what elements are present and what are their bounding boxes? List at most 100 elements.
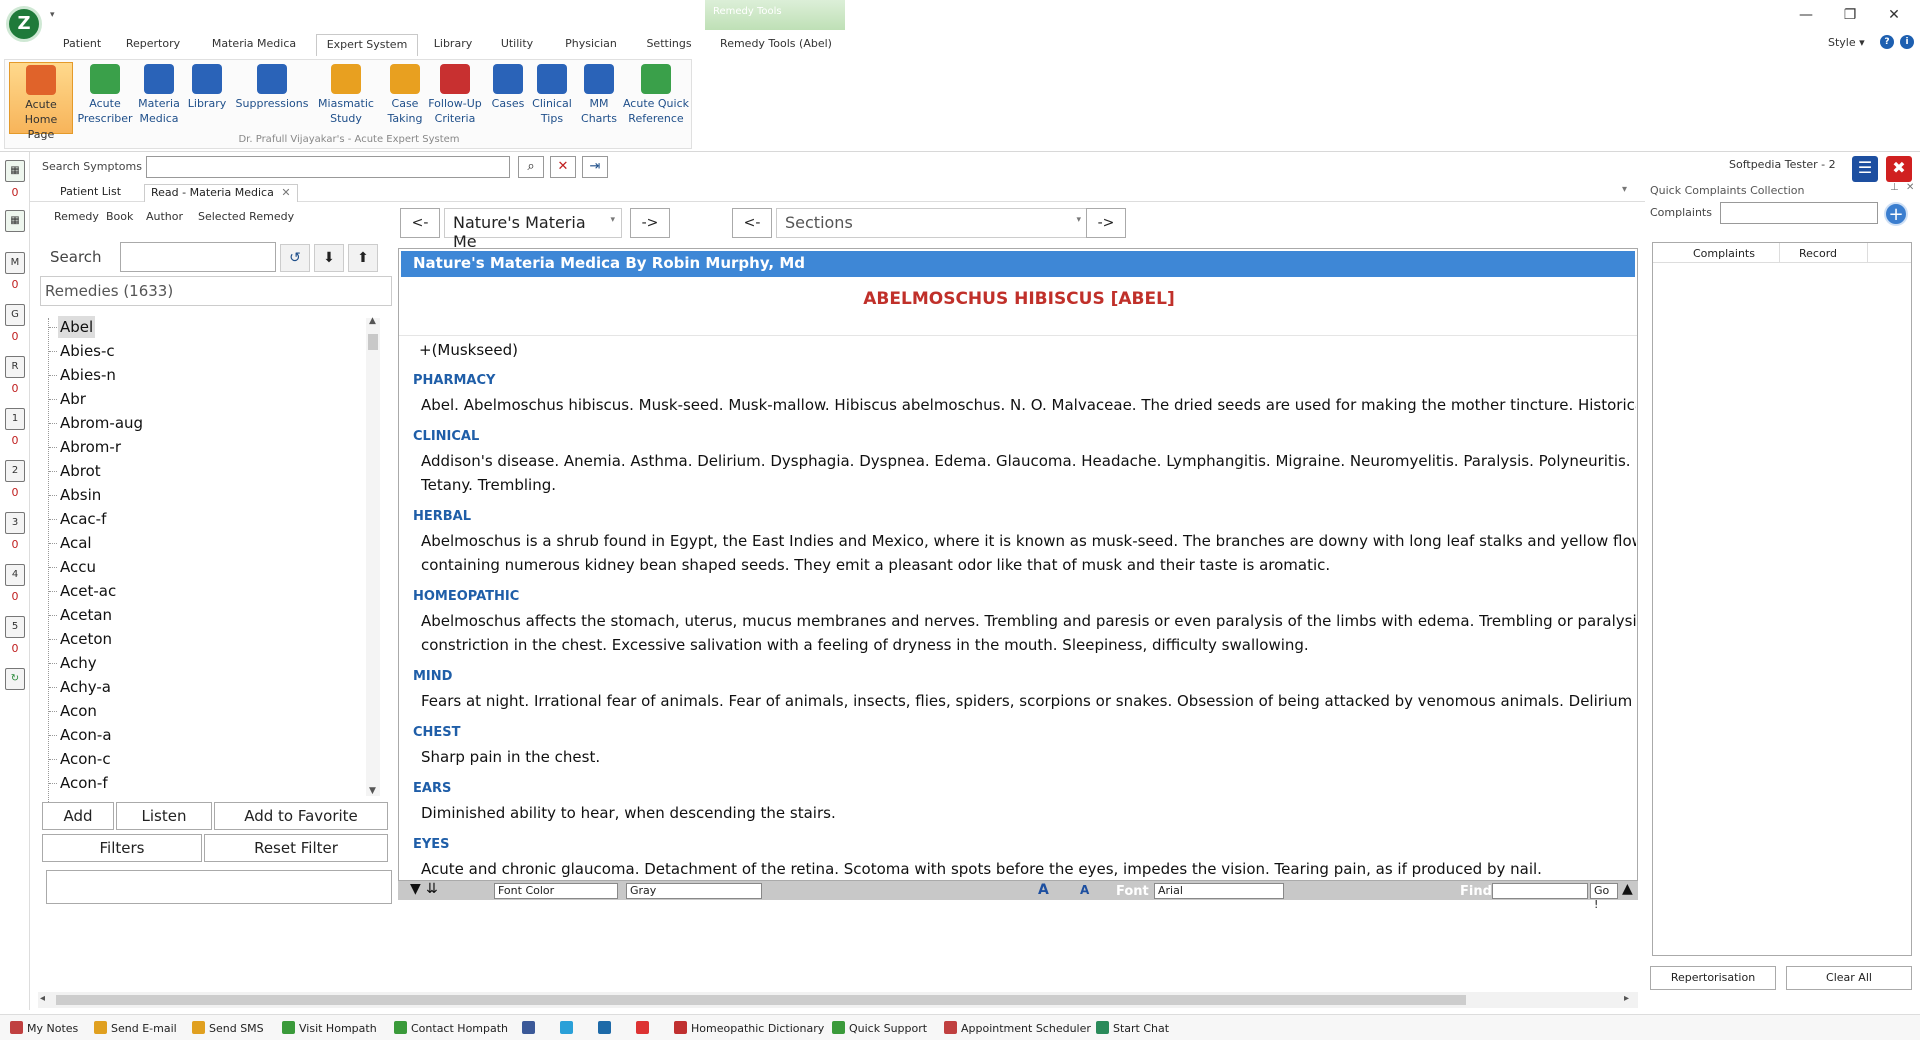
restore-icon[interactable]: ❐	[1836, 4, 1864, 26]
ribbon-button-case-taking[interactable]: Case Taking	[385, 62, 425, 134]
arrow-up-icon[interactable]: ⬆	[348, 244, 378, 272]
list-item[interactable]: Absin	[48, 484, 103, 506]
decrease-font-icon[interactable]: A	[1080, 883, 1089, 897]
clipboard-3-icon[interactable]: 3	[5, 512, 25, 534]
search-symptoms-input[interactable]	[146, 156, 510, 178]
complaints-input[interactable]	[1720, 202, 1878, 224]
ribbon-button-suppressions[interactable]: Suppressions	[235, 62, 309, 134]
list-item[interactable]: Abrom-aug	[48, 412, 145, 434]
scrollbar-thumb[interactable]	[368, 334, 378, 350]
next-book-button[interactable]: ->	[630, 208, 670, 238]
status-item[interactable]: Homeopathic Dictionary	[674, 1021, 824, 1035]
list-item[interactable]: Acal	[49, 532, 94, 554]
list-item[interactable]: Acon-f	[49, 772, 110, 794]
scroll-down-icon[interactable]: ▼	[369, 786, 376, 796]
status-item[interactable]	[636, 1021, 653, 1035]
status-item[interactable]: My Notes	[10, 1021, 78, 1035]
refresh-clipboard-icon[interactable]: ↻	[5, 668, 25, 690]
minimize-icon[interactable]: —	[1792, 4, 1820, 26]
clear-icon[interactable]: ✕	[550, 156, 576, 178]
remedy-note-field[interactable]	[46, 870, 392, 904]
panel-close-icon[interactable]: ✕	[1906, 182, 1914, 193]
materia-medica-viewer[interactable]: Nature's Materia Medica By Robin Murphy,…	[398, 248, 1638, 900]
next-section-button[interactable]: ->	[1086, 208, 1126, 238]
app-logo-icon[interactable]: Z	[6, 6, 42, 42]
quick-access-chevron-icon[interactable]: ▾	[50, 10, 55, 20]
tab-repertory[interactable]: Repertory	[118, 34, 188, 56]
prev-book-button[interactable]: <-	[400, 208, 440, 238]
info-icon[interactable]: i	[1900, 35, 1914, 49]
status-item[interactable]: Start Chat	[1096, 1021, 1169, 1035]
list-item[interactable]: Acon-a	[49, 724, 114, 746]
pin-icon[interactable]: ⊥	[1890, 182, 1899, 193]
collapse-up-icon[interactable]: ▲	[1622, 881, 1633, 897]
subtab-selected-remedy[interactable]: Selected Remedy	[198, 210, 294, 223]
tab-utility[interactable]: Utility	[492, 34, 542, 56]
status-item[interactable]: Send SMS	[192, 1021, 264, 1035]
ribbon-button-quick-reference[interactable]: Acute Quick Reference	[621, 62, 691, 134]
clipboard-5-icon[interactable]: 5	[5, 616, 25, 638]
scrollbar-thumb[interactable]	[56, 995, 1466, 1005]
column-complaints[interactable]: Complaints	[1693, 247, 1755, 260]
exit-icon[interactable]: ✖	[1886, 156, 1912, 182]
status-item[interactable]: Quick Support	[832, 1021, 927, 1035]
expand-all-icon[interactable]: ⇊	[426, 881, 438, 897]
ribbon-button-miasmatic[interactable]: Miasmatic Study	[313, 62, 379, 134]
remedy-search-input[interactable]	[120, 242, 276, 272]
tab-patient[interactable]: Patient	[52, 34, 112, 56]
tab-settings[interactable]: Settings	[640, 34, 698, 56]
status-item[interactable]: Visit Hompath	[282, 1021, 377, 1035]
clipboard-2-icon[interactable]: 2	[5, 460, 25, 482]
search-icon[interactable]: ⌕	[518, 156, 544, 178]
tabs-dropdown-icon[interactable]: ▾	[1622, 184, 1627, 195]
tab-expert-system[interactable]: Expert System	[316, 34, 418, 56]
horizontal-scrollbar[interactable]: ◂ ▸	[38, 992, 1638, 1008]
refresh-icon[interactable]: ↺	[280, 244, 310, 272]
clipboard-g-icon[interactable]: G	[5, 304, 25, 326]
collapse-down-icon[interactable]: ▼	[410, 881, 421, 897]
tab-patient-list[interactable]: Patient List	[54, 184, 127, 202]
tab-remedy-tools[interactable]: Remedy Tools (Abel)	[712, 34, 840, 56]
list-item[interactable]: Achy-a	[49, 676, 113, 698]
status-item[interactable]	[560, 1021, 577, 1035]
ribbon-button-mm-charts[interactable]: MM Charts	[577, 62, 621, 134]
list-item[interactable]: Achy	[49, 652, 99, 674]
increase-font-icon[interactable]: A	[1038, 882, 1049, 898]
list-item[interactable]: Abies-c	[49, 340, 117, 362]
ribbon-button-cases[interactable]: Cases	[489, 62, 527, 134]
list-item[interactable]: Abrom-r	[49, 436, 123, 458]
ribbon-button-library[interactable]: Library	[183, 62, 231, 134]
color-value-select[interactable]: Gray	[626, 883, 762, 899]
help-icon[interactable]: ?	[1880, 35, 1894, 49]
subtab-book[interactable]: Book	[106, 210, 133, 223]
list-item[interactable]: Acon-c	[49, 748, 113, 770]
menu-icon[interactable]: ☰	[1852, 156, 1878, 182]
status-item[interactable]	[522, 1021, 539, 1035]
clipboard-m-icon[interactable]: M	[5, 252, 25, 274]
clipboard-4-icon[interactable]: 4	[5, 564, 25, 586]
scroll-right-icon[interactable]: ▸	[1624, 993, 1629, 1004]
ribbon-button-prescriber[interactable]: Acute Prescriber	[77, 62, 133, 134]
list-item[interactable]: Aceton	[48, 628, 114, 650]
arrow-down-icon[interactable]: ⬇	[314, 244, 344, 272]
subtab-author[interactable]: Author	[146, 210, 183, 223]
sections-select[interactable]: Sections ▾	[776, 208, 1090, 238]
status-item[interactable]: Send E-mail	[94, 1021, 177, 1035]
list-item[interactable]: Abrot	[49, 460, 103, 482]
find-input[interactable]	[1492, 883, 1588, 899]
scroll-left-icon[interactable]: ◂	[40, 993, 45, 1004]
tab-library[interactable]: Library	[424, 34, 482, 56]
clipboard-r-icon[interactable]: R	[5, 356, 25, 378]
list-item[interactable]: Acon	[49, 700, 99, 722]
style-menu[interactable]: Style ▾	[1828, 36, 1865, 49]
reset-filter-button[interactable]: Reset Filter	[204, 834, 388, 862]
clipboard-1-icon[interactable]: 1	[5, 408, 25, 430]
scroll-up-icon[interactable]: ▲	[369, 316, 376, 326]
add-button[interactable]: Add	[42, 802, 114, 830]
tab-physician[interactable]: Physician	[556, 34, 626, 56]
status-item[interactable]	[598, 1021, 615, 1035]
status-item[interactable]: Appointment Scheduler	[944, 1021, 1091, 1035]
tab-close-icon[interactable]: ✕	[281, 186, 290, 199]
ribbon-button-home-page[interactable]: Acute Home Page	[9, 62, 73, 141]
clear-all-button[interactable]: Clear All	[1786, 966, 1912, 990]
